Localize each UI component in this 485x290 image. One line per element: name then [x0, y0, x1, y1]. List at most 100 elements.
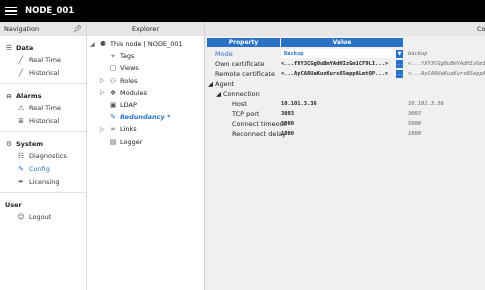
own-certificate-value-2: <...fXY3CGg0uBmYAdHIzGm1CF9...	[408, 60, 485, 67]
tree-item-label: Redundancy *	[120, 113, 171, 122]
nav-item-alarms-realtime[interactable]: ⚠ Real Time	[0, 101, 86, 114]
nav-item-label: Licensing	[29, 177, 60, 186]
remote-certificate-value: <...AyCA8UaKuxKurs65eppALmtQP...>	[281, 70, 389, 77]
tags-icon: ⌖	[111, 52, 115, 61]
property-label: Reconnect delay	[232, 129, 286, 138]
dropdown-chevron-icon[interactable]: ▼	[396, 49, 403, 58]
diagnostics-icon: ☷	[17, 151, 25, 160]
bell-icon: ⍾	[6, 91, 12, 100]
nav-item-label: Logout	[29, 212, 52, 221]
logout-icon: ☺	[17, 212, 25, 221]
nav-item-label: Historical	[29, 68, 60, 77]
nav-item-data-realtime[interactable]: ╱ Real Time	[0, 53, 86, 66]
nav-item-alarms-historical[interactable]: ≣ Historical	[0, 114, 86, 127]
tree-item-label: Links	[120, 125, 137, 134]
host-value-2: 10.101.3.36	[408, 100, 444, 107]
node-icon: ⚈	[99, 40, 107, 49]
property-label: Host	[232, 99, 247, 108]
expand-arrow-icon[interactable]: ◢	[90, 41, 96, 48]
gear-icon: ⚙	[5, 139, 13, 148]
tree-item-links[interactable]: ▷ ∞ Links	[87, 123, 204, 135]
third-column-header: Co	[477, 25, 485, 33]
navigation-header: Navigation 📌︎	[0, 22, 86, 36]
navigation-panel: Navigation 📌︎ ☰ Data ╱ Real Time ╱ Historic…	[0, 22, 87, 290]
nav-item-data-historical[interactable]: ╱ Historical	[0, 66, 86, 79]
tree-root-label: This node | NODE_001	[110, 40, 183, 49]
nav-item-logout[interactable]: ☺ Logout	[0, 210, 86, 223]
nav-group-header-system[interactable]: ⚙ System	[0, 138, 86, 149]
nav-item-licensing[interactable]: ✒ Licensing	[0, 175, 86, 188]
nav-group-alarms: ⍾ Alarms ⚠ Real Time ≣ Historical	[0, 90, 86, 127]
tree-item-roles[interactable]: ▷ ⚇ Roles	[87, 75, 204, 87]
collapse-arrow-icon[interactable]: ◢	[208, 79, 213, 88]
collapse-arrow-icon[interactable]: ◢	[216, 89, 221, 98]
tree-item-redundancy[interactable]: ✎ Redundancy *	[87, 111, 204, 123]
value-column-header[interactable]: Value	[281, 38, 403, 47]
nav-item-label: Diagnostics	[29, 151, 67, 160]
property-label: Own certificate	[215, 59, 265, 68]
nav-group-user: User ☺ Logout	[0, 199, 86, 223]
tree-item-tags[interactable]: ⌖ Tags	[87, 50, 204, 62]
edit-icon: ✎	[18, 164, 24, 173]
nav-item-label: Historical	[29, 116, 60, 125]
link-icon: ∞	[110, 125, 116, 134]
alarm-realtime-icon: ⚠	[17, 103, 25, 112]
more-icon[interactable]: …	[396, 69, 403, 78]
tree-item-logger[interactable]: ▤ Logger	[87, 136, 204, 148]
property-row-host: Host 10.101.3.36 10.101.3.36	[205, 99, 485, 108]
license-icon: ✒	[18, 177, 24, 186]
tree-root-node[interactable]: ◢ ⚈ This node | NODE_001	[87, 38, 204, 50]
nav-item-label: Real Time	[29, 103, 61, 112]
tree-item-label: Views	[120, 64, 139, 73]
property-column-header[interactable]: Property	[207, 38, 280, 47]
nav-group-header-data[interactable]: ☰ Data	[0, 42, 86, 53]
nav-item-diagnostics[interactable]: ☷ Diagnostics	[0, 149, 86, 162]
more-icon[interactable]: …	[396, 59, 403, 68]
nav-group-label: Data	[16, 43, 34, 52]
reconnect-delay-value-2: 1000	[408, 130, 421, 137]
nav-group-header-alarms[interactable]: ⍾ Alarms	[0, 90, 86, 101]
app-title: NODE_001	[25, 6, 75, 16]
property-group-connection[interactable]: ◢ Connection	[205, 89, 485, 98]
tree-item-label: Roles	[120, 76, 138, 85]
property-row-own-certificate: Own certificate <...fXY3CGg0uBmYAdHIzGm1…	[205, 59, 485, 68]
mode-value-2: backup	[408, 50, 428, 57]
tree-item-modules[interactable]: ▷ ❖ Modules	[87, 87, 204, 99]
explorer-header: Explorer	[87, 22, 204, 36]
divider	[0, 131, 86, 132]
explorer-tree: ◢ ⚈ This node | NODE_001 ⌖ Tags ▢ Views ▷ ⚇…	[87, 36, 204, 148]
group-label: Agent	[215, 79, 235, 88]
expand-arrow-icon[interactable]: ▷	[100, 77, 106, 84]
host-value[interactable]: 10.101.3.36	[281, 99, 317, 108]
tree-item-views[interactable]: ▢ Views	[87, 62, 204, 74]
tree-item-label: LDAP	[120, 101, 137, 110]
alarm-history-icon: ≣	[18, 116, 24, 125]
property-label: Remote certificate	[215, 69, 275, 78]
nav-item-config[interactable]: ✎ Config	[0, 162, 86, 175]
connect-timeout-value-2: 5000	[408, 120, 421, 127]
nav-item-label: Config	[29, 164, 50, 173]
property-row-remote-certificate: Remote certificate <...AyCA8UaKuxKurs65e…	[205, 69, 485, 78]
own-certificate-value: <...fXY3CGg0uBmYAdHIzGm1CF9LI...>	[281, 60, 389, 67]
hamburger-menu-icon[interactable]	[5, 6, 17, 16]
logger-icon: ▤	[109, 137, 117, 146]
nav-group-header-user[interactable]: User	[0, 199, 86, 210]
mode-select[interactable]: Backup	[281, 49, 395, 59]
tree-item-ldap[interactable]: ▣ LDAP	[87, 99, 204, 111]
pin-icon[interactable]: 📌︎	[73, 25, 82, 33]
divider	[0, 83, 86, 84]
properties-panel: Co Property Value Mode Backup ▼ backup O…	[205, 22, 485, 290]
tcp-port-value[interactable]: 3003	[281, 109, 294, 118]
expand-arrow-icon[interactable]: ▷	[100, 126, 106, 133]
property-label: Mode	[215, 49, 233, 58]
property-group-agent[interactable]: ◢ Agent	[205, 79, 485, 88]
connect-timeout-value[interactable]: 5000	[281, 119, 294, 128]
history-chart-icon: ╱	[18, 68, 24, 77]
nav-group-label: User	[5, 200, 22, 209]
nav-group-label: Alarms	[16, 91, 42, 100]
redundancy-icon: ✎	[110, 113, 116, 122]
tree-item-label: Logger	[120, 137, 143, 146]
remote-certificate-value-2: <...AyCA8UaKuxKurs65eppAL...	[408, 70, 485, 77]
reconnect-delay-value[interactable]: 1000	[281, 129, 294, 138]
expand-arrow-icon[interactable]: ▷	[100, 89, 106, 96]
